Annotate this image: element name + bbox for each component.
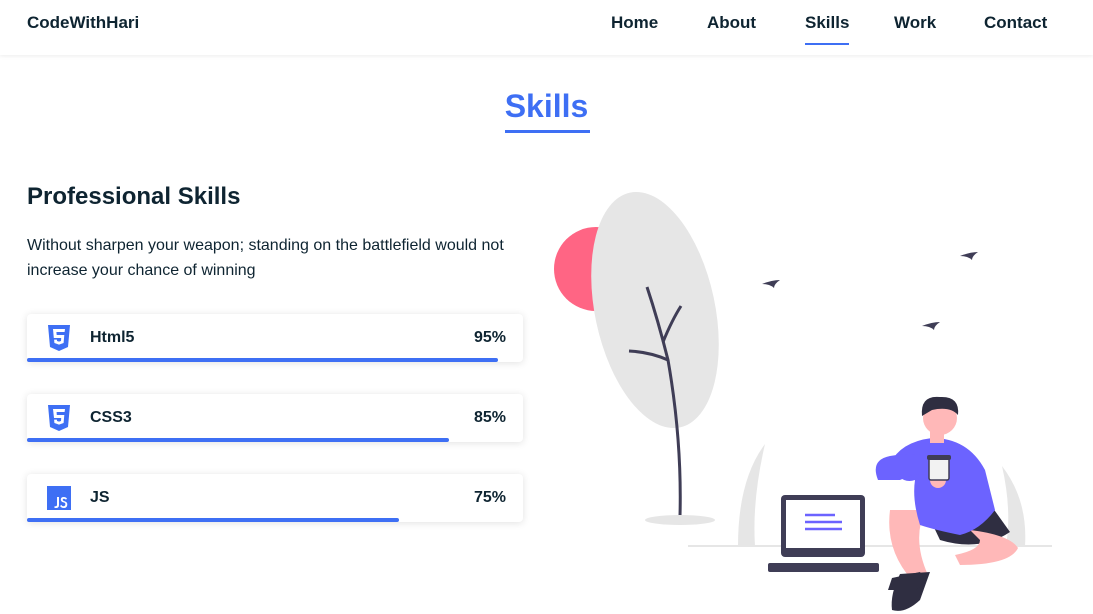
- person-shape: [875, 396, 1018, 611]
- nav-about-link[interactable]: About: [707, 13, 756, 33]
- professional-skills-title: Professional Skills: [27, 183, 241, 210]
- nav-contact-link[interactable]: Contact: [984, 13, 1047, 33]
- nav-work-link[interactable]: Work: [894, 13, 936, 33]
- html5-icon: [48, 325, 70, 351]
- skill-percent: 75%: [473, 489, 506, 506]
- bird-shape: [960, 252, 978, 260]
- laptop-shape: [768, 495, 879, 572]
- bird-shape: [922, 322, 940, 330]
- site-header: CodeWithHari Home About Skills Work Cont…: [0, 0, 1093, 55]
- skill-card-html5: Html5 95%: [27, 314, 523, 362]
- skill-progress-bar: [27, 438, 523, 442]
- js-icon: [47, 486, 71, 510]
- skill-progress-bar: [27, 358, 523, 362]
- section-title: Skills: [504, 88, 590, 133]
- section-heading: Skills: [0, 88, 1093, 133]
- skill-progress-fill: [27, 358, 499, 362]
- bird-shape: [762, 280, 780, 288]
- skill-percent: 85%: [473, 409, 506, 426]
- skills-illustration: [554, 191, 1052, 611]
- skill-name: CSS3: [90, 409, 132, 426]
- skill-card-css3: CSS3 85%: [27, 394, 523, 442]
- css3-icon: [48, 405, 70, 431]
- skill-progress-bar: [27, 518, 523, 522]
- skill-name: Html5: [90, 329, 135, 346]
- skill-card-js: JS 75%: [27, 474, 523, 522]
- nav-skills-link[interactable]: Skills: [805, 13, 850, 45]
- main-nav: Home About Skills Work Contact: [0, 13, 1093, 53]
- skill-percent: 95%: [473, 329, 506, 346]
- skill-progress-fill: [27, 518, 399, 522]
- skill-progress-fill: [27, 438, 449, 442]
- professional-skills-description: Without sharpen your weapon; standing on…: [27, 237, 504, 279]
- skill-name: JS: [90, 489, 110, 506]
- nav-home-link[interactable]: Home: [611, 13, 658, 33]
